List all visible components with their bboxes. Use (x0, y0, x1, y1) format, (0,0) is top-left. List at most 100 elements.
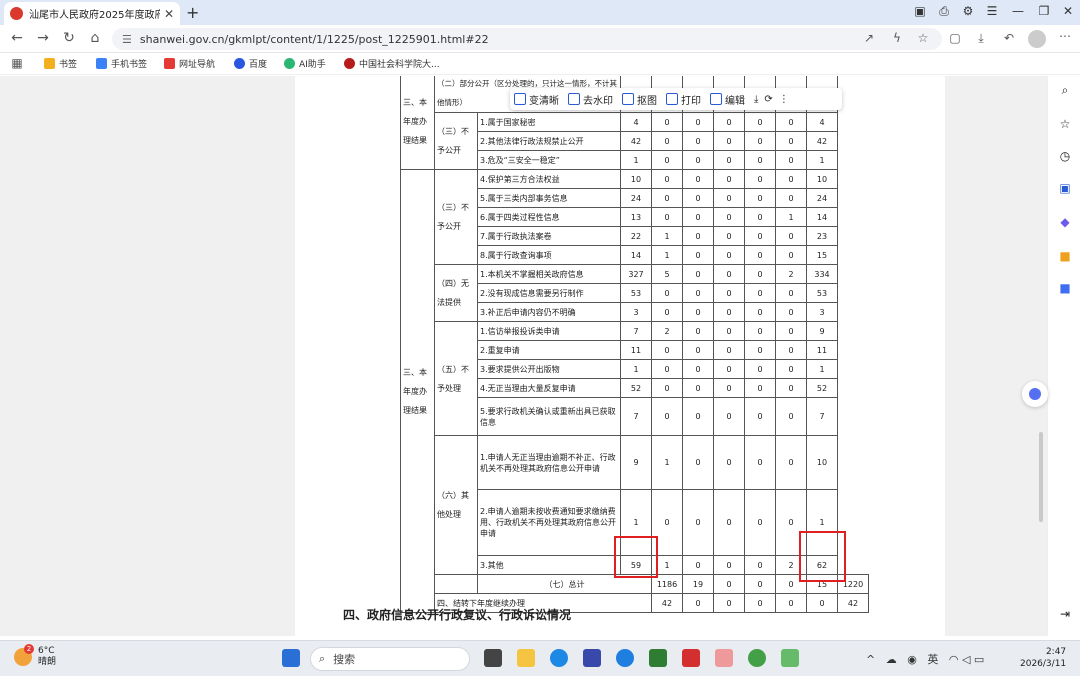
row-group-label: 三、本年度办理结果 (400, 76, 435, 170)
bookmark-item-shuqian[interactable]: 书签 (44, 57, 77, 70)
ai-icon[interactable]: ▣ (1057, 180, 1073, 196)
row-label: 6.属于四类过程性信息 (477, 207, 621, 227)
new-tab-button[interactable]: + (186, 3, 199, 22)
table-cell: 0 (713, 169, 745, 189)
url-text: shanwei.gov.cn/gkmlpt/content/1/1225/pos… (139, 32, 489, 46)
reading-mode-icon[interactable]: ▣ (910, 4, 930, 18)
search-image-button[interactable]: ⟳ (764, 94, 772, 105)
maximize-button[interactable]: ❐ (1034, 4, 1054, 18)
table-cell: 0 (682, 397, 714, 436)
scrollbar[interactable] (1039, 432, 1043, 522)
highlight-box-left (614, 536, 658, 578)
forward-button[interactable]: → (34, 30, 52, 46)
history-icon[interactable]: ◷ (1057, 148, 1073, 164)
menu-icon[interactable]: ☰ (982, 4, 1002, 18)
table-cell: 0 (651, 397, 683, 436)
volume-icon[interactable]: ◁ (962, 653, 970, 666)
close-window-button[interactable]: ✕ (1058, 4, 1078, 18)
table-cell: 1 (651, 435, 683, 490)
browser-tab[interactable]: 汕尾市人民政府2025年度政府信 ✕ (4, 2, 180, 25)
share-icon[interactable]: ↗ (860, 31, 878, 45)
table-cell: 1 (651, 245, 683, 265)
minimize-button[interactable]: — (1008, 4, 1028, 18)
cutout-button[interactable]: 抠图 (622, 92, 657, 107)
collapse-sidebar-icon[interactable]: ⇥ (1057, 606, 1073, 622)
row-label: 3.其他 (477, 555, 621, 575)
table-cell: 11 (620, 340, 652, 360)
download-image-button[interactable]: ⤓ (754, 94, 758, 105)
taskbar-search[interactable]: ⌕ 搜索 (310, 647, 470, 671)
tray-app-icon[interactable]: ◉ (907, 653, 917, 666)
table-row: （四）无法提供 1.本机关不掌握相关政府信息 327 5 0 0 0 2 334 (401, 264, 869, 322)
table-cell: 0 (682, 283, 714, 303)
table-cell: 0 (682, 555, 714, 575)
table-cell: 0 (651, 131, 683, 151)
extensions-icon[interactable]: ⚙ (958, 4, 978, 18)
site-favicon-icon (10, 7, 23, 20)
game-icon[interactable]: ◆ (1057, 214, 1073, 230)
bookmark-item-cass[interactable]: 中国社会科学院大... (344, 57, 440, 70)
bookmark-item-ai[interactable]: AI助手 (284, 57, 326, 70)
history-icon[interactable]: ↶ (1000, 31, 1018, 45)
file-explorer-icon[interactable] (517, 649, 535, 667)
edit-icon (710, 93, 722, 105)
search-icon[interactable]: ⌕ (1057, 82, 1073, 98)
print-icon[interactable]: ⎙ (934, 4, 954, 19)
url-bar[interactable]: ☰ shanwei.gov.cn/gkmlpt/content/1/1225/p… (112, 28, 942, 50)
app-green-icon[interactable] (649, 649, 667, 667)
gift-icon[interactable]: ■ (1057, 248, 1073, 264)
edge-icon[interactable] (550, 649, 568, 667)
wps-icon[interactable] (682, 649, 700, 667)
bookmark-item-mobile[interactable]: 手机书签 (96, 57, 147, 70)
table-cell: 19 (682, 574, 714, 594)
table-cell: 0 (713, 245, 745, 265)
table-cell: 11 (806, 340, 838, 360)
print-icon (666, 93, 678, 105)
edit-button[interactable]: 编辑 (710, 92, 745, 107)
bookmark-item-nav[interactable]: 网址导航 (164, 57, 215, 70)
wifi-icon[interactable]: ◠ (949, 653, 959, 666)
home-button[interactable]: ⌂ (86, 30, 104, 46)
more-options-button[interactable]: ⋮ (779, 94, 789, 105)
ime-indicator[interactable]: 英 (927, 653, 938, 666)
task-view-icon[interactable] (484, 649, 502, 667)
bookmark-item-baidu[interactable]: 百度 (234, 57, 267, 70)
download-icon[interactable]: ⤓ (972, 31, 990, 46)
table-cell: 0 (744, 264, 776, 284)
reload-button[interactable]: ↻ (60, 30, 78, 46)
more-icon[interactable]: ⋯ (1056, 29, 1074, 43)
store-icon[interactable] (583, 649, 601, 667)
floating-assistant-button[interactable] (1022, 381, 1048, 407)
weather-desc: 晴朗 (38, 657, 57, 667)
wechat-icon[interactable] (748, 649, 766, 667)
notes-icon[interactable]: ■ (1057, 280, 1073, 296)
avatar[interactable] (1028, 30, 1046, 48)
favorite-star-icon[interactable]: ☆ (914, 31, 932, 45)
cutout-icon (622, 93, 634, 105)
clock[interactable]: 2:47 2026/3/11 (1020, 646, 1066, 670)
tab-close-icon[interactable]: ✕ (164, 7, 174, 21)
document-viewer: 三、本年度办理结果 （二）部分公开（区分处理的，只计这一情形，不计其他情形） （三）… (0, 76, 1047, 636)
table-cell: 5 (651, 264, 683, 284)
site-info-icon[interactable]: ☰ (122, 33, 132, 46)
battery-icon[interactable]: ▭ (974, 653, 984, 666)
app-chat-icon[interactable] (781, 649, 799, 667)
collections-icon[interactable]: ▢ (946, 31, 964, 45)
weather-widget[interactable]: 2 6°C 晴朗 (14, 644, 57, 668)
enhance-button[interactable]: 变清晰 (514, 92, 559, 107)
row-label: 5.要求行政机关确认或重新出具已获取信息 (477, 397, 621, 436)
tray-chevron-icon[interactable]: ^ (866, 653, 875, 666)
print-button[interactable]: 打印 (666, 92, 701, 107)
cloud-icon[interactable]: ☁ (886, 653, 897, 666)
app-pink-icon[interactable] (715, 649, 733, 667)
apps-grid-icon[interactable]: ▦ (8, 56, 26, 70)
favorites-icon[interactable]: ☆ (1057, 116, 1073, 132)
remove-watermark-button[interactable]: 去水印 (568, 92, 613, 107)
browser-icon[interactable] (616, 649, 634, 667)
table-cell: 0 (713, 207, 745, 227)
back-button[interactable]: ← (8, 30, 26, 46)
translate-icon[interactable]: ϟ (888, 31, 906, 45)
table-cell: 0 (713, 378, 745, 398)
table-cell: 52 (806, 378, 838, 398)
start-button[interactable] (282, 649, 300, 667)
